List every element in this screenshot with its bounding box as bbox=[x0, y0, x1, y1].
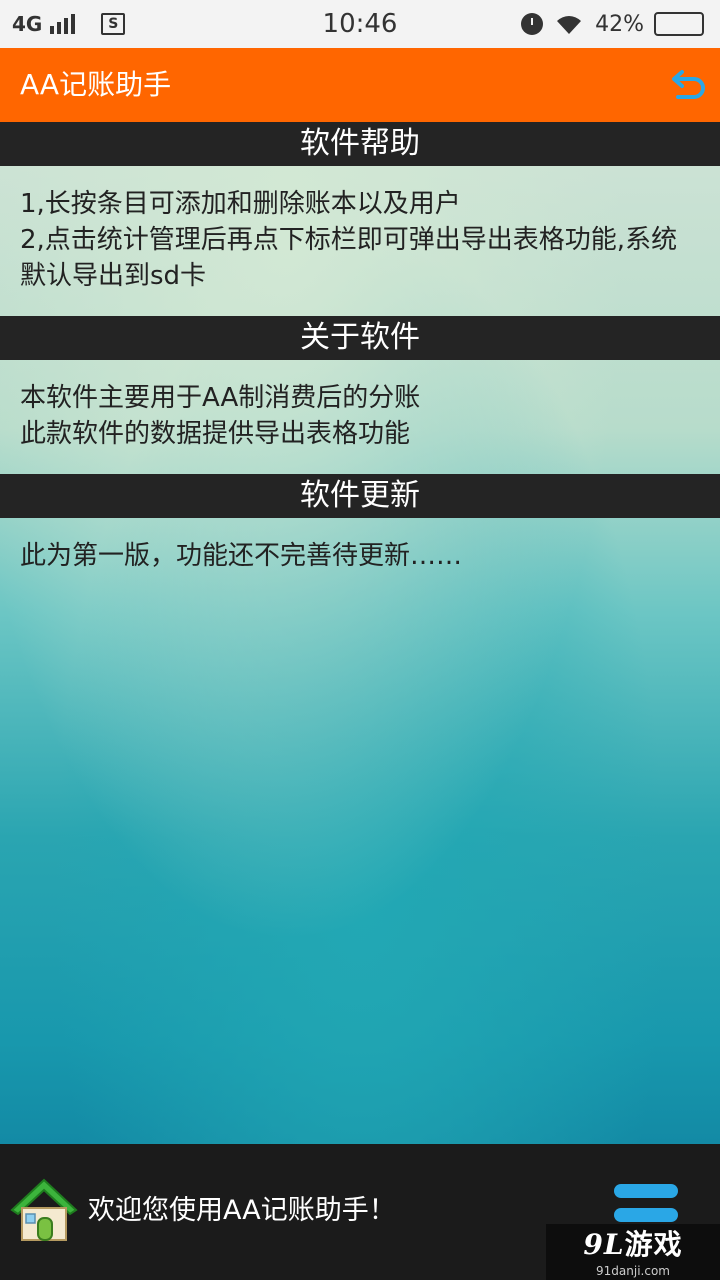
app-bar: AA记账助手 bbox=[0, 48, 720, 122]
battery-icon bbox=[654, 12, 704, 36]
battery-percent: 42% bbox=[595, 11, 644, 37]
help-line: 默认导出到sd卡 bbox=[20, 261, 207, 291]
undo-arrow-icon[interactable] bbox=[668, 62, 714, 108]
watermark-text: 游戏 bbox=[624, 1228, 683, 1261]
section-header-about: 关于软件 bbox=[0, 316, 720, 360]
watermark-main: 9L游戏 bbox=[546, 1224, 720, 1264]
help-line: 1,长按条目可添加和删除账本以及用户 bbox=[20, 189, 461, 219]
alarm-icon bbox=[521, 13, 544, 35]
watermark-number: 9L bbox=[583, 1228, 625, 1261]
status-bar: 4G S 10:46 42% bbox=[0, 0, 720, 48]
app-title: AA记账助手 bbox=[20, 68, 172, 101]
section-header-update: 软件更新 bbox=[0, 474, 720, 518]
section-header-help: 软件帮助 bbox=[0, 122, 720, 166]
section-body-update: 此为第一版，功能还不完善待更新…… bbox=[20, 538, 712, 574]
welcome-text: 欢迎您使用AA记账助手！ bbox=[88, 1195, 396, 1226]
section-body-about: 本软件主要用于AA制消费后的分账 此款软件的数据提供导出表格功能 bbox=[20, 380, 712, 452]
status-right: 42% bbox=[521, 0, 704, 48]
help-line: 2,点击统计管理后再点下标栏即可弹出导出表格功能,系统 bbox=[20, 225, 678, 255]
about-line: 本软件主要用于AA制消费后的分账 bbox=[20, 383, 421, 413]
content-area: 软件帮助 1,长按条目可添加和删除账本以及用户 2,点击统计管理后再点下标栏即可… bbox=[0, 122, 720, 1144]
wifi-icon bbox=[557, 16, 582, 34]
section-body-help: 1,长按条目可添加和删除账本以及用户 2,点击统计管理后再点下标栏即可弹出导出表… bbox=[20, 186, 712, 294]
house-icon[interactable] bbox=[8, 1174, 80, 1246]
update-line: 此为第一版，功能还不完善待更新…… bbox=[20, 541, 463, 571]
about-line: 此款软件的数据提供导出表格功能 bbox=[20, 419, 411, 449]
menu-icon[interactable] bbox=[614, 1184, 680, 1224]
watermark-logo: 9L游戏 91danji.com bbox=[546, 1224, 720, 1280]
watermark-url: 91danji.com bbox=[596, 1264, 670, 1278]
